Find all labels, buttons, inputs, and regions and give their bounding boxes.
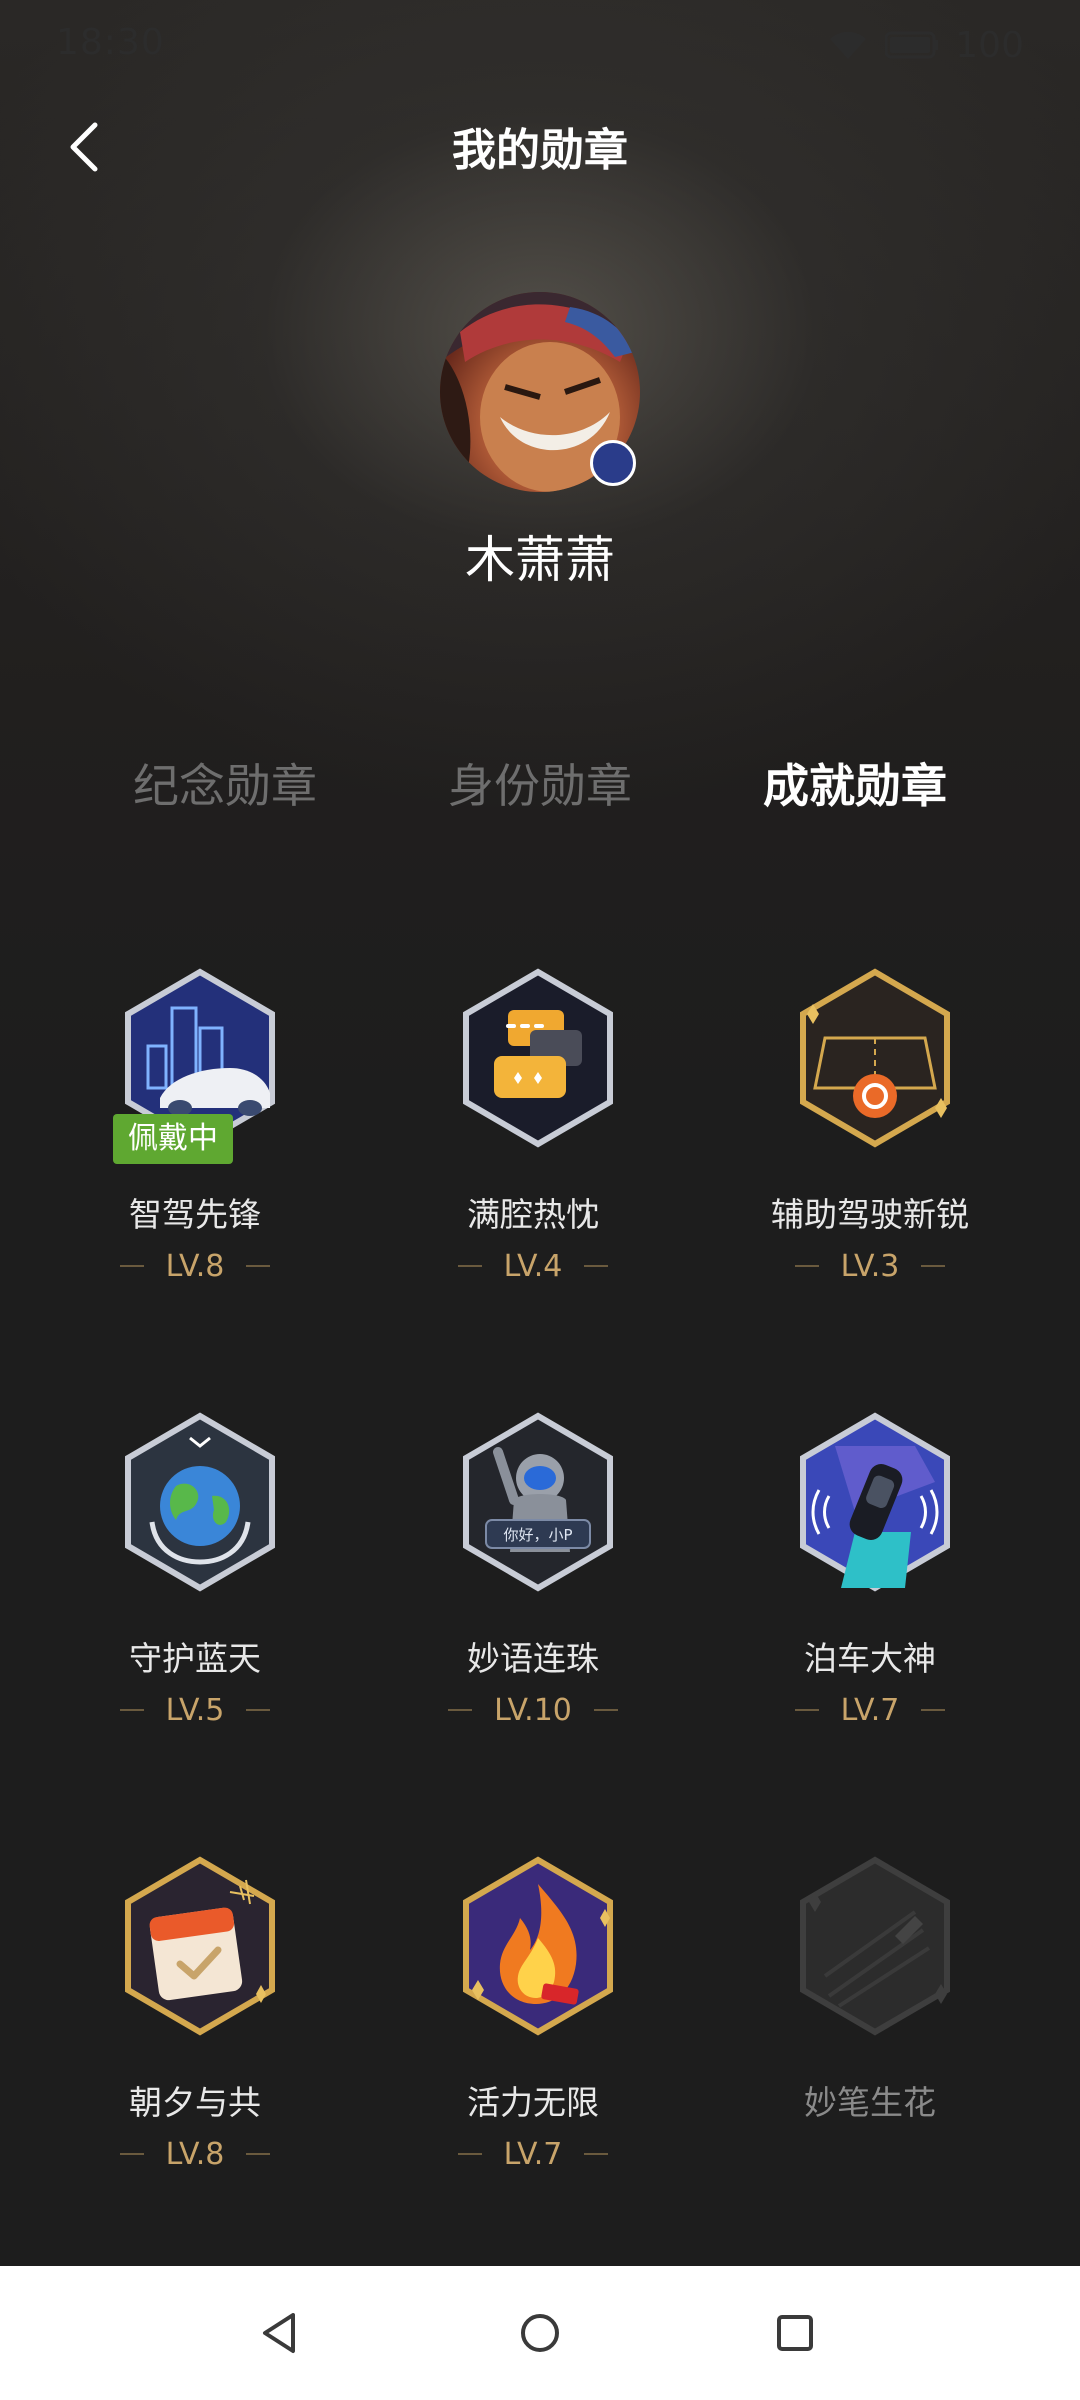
divider — [921, 1265, 946, 1267]
triangle-back-icon — [263, 2313, 295, 2353]
badge-tabs: 纪念勋章 身份勋章 成就勋章 — [0, 750, 1080, 820]
divider — [119, 1265, 144, 1267]
pen-locked-icon — [800, 1856, 950, 2036]
calendar-check-icon — [125, 1856, 275, 2036]
tab-identity[interactable]: 身份勋章 — [410, 750, 670, 816]
divider — [119, 2153, 144, 2155]
app-root: 18:30 100 我的勋章 木萧萧 纪念勋章 身份勋章 成就勋章 佩戴中 智驾… — [0, 0, 1080, 2400]
badge-name: 朝夕与共 — [129, 2083, 261, 2122]
header: 我的勋章 — [0, 100, 1080, 190]
divider — [457, 2153, 482, 2155]
badge-name: 活力无限 — [467, 2083, 599, 2122]
circle-home-icon — [521, 2314, 559, 2352]
status-right: 100 — [827, 22, 1024, 68]
badge-name: 守护蓝天 — [129, 1639, 261, 1678]
badge-level: LV.7 — [720, 1690, 1020, 1730]
divider — [593, 1709, 618, 1711]
badge-level-text: LV.8 — [165, 2136, 225, 2172]
astronaut-icon: 你好，小P — [463, 1412, 613, 1592]
divider — [794, 1709, 819, 1711]
parking-car-icon — [800, 1412, 950, 1592]
badge-level: LV.8 — [45, 2134, 345, 2174]
badge-item[interactable]: 守护蓝天 LV.5 — [45, 1412, 345, 1742]
wifi-icon — [830, 31, 867, 59]
badge-level-text: LV.7 — [503, 2136, 563, 2172]
battery-level: 100 — [955, 24, 1024, 66]
badge-name: 妙笔生花 — [804, 2083, 936, 2122]
badge-name: 智驾先锋 — [129, 1195, 261, 1234]
battery-icon — [885, 31, 939, 59]
nav-recents-button[interactable] — [760, 2298, 830, 2368]
avatar-verified-badge — [590, 440, 636, 486]
badge-name: 满腔热忱 — [467, 1195, 599, 1234]
divider — [246, 1265, 271, 1267]
nav-back-button[interactable] — [244, 2298, 314, 2368]
status-time: 18:30 — [56, 22, 165, 63]
road-steering-icon — [800, 968, 950, 1148]
badge-item[interactable]: 泊车大神 LV.7 — [720, 1412, 1020, 1742]
divider — [584, 2153, 609, 2155]
username: 木萧萧 — [465, 531, 615, 589]
badge-level: LV.10 — [383, 1690, 683, 1730]
divider — [457, 1265, 482, 1267]
divider — [584, 1265, 609, 1267]
badge-level-text: LV.10 — [494, 1692, 572, 1728]
badge-level-text: LV.8 — [165, 1248, 225, 1284]
page-title: 我的勋章 — [452, 125, 628, 176]
badge-level-text: LV.7 — [840, 1692, 900, 1728]
nav-home-button[interactable] — [505, 2298, 575, 2368]
badge-item[interactable]: 活力无限 LV.7 — [383, 1856, 683, 2186]
badge-item-locked[interactable]: 妙笔生花 — [720, 1856, 1020, 2186]
badge-name: 妙语连珠 — [467, 1639, 599, 1678]
earth-hands-icon — [125, 1412, 275, 1592]
divider — [448, 1709, 473, 1711]
badge-level-text: LV.4 — [503, 1248, 563, 1284]
badge-item[interactable]: 满腔热忱 LV.4 — [383, 968, 683, 1298]
badge-item[interactable]: 辅助驾驶新锐 LV.3 — [720, 968, 1020, 1298]
badge-level: LV.8 — [45, 1246, 345, 1286]
badge-level: LV.4 — [383, 1246, 683, 1286]
divider — [921, 1709, 946, 1711]
badge-level-text: LV.3 — [840, 1248, 900, 1284]
wearing-tag: 佩戴中 — [113, 1114, 233, 1164]
badge-level-text: LV.5 — [165, 1692, 225, 1728]
divider — [119, 1709, 144, 1711]
badge-name: 泊车大神 — [804, 1639, 936, 1678]
flame-icon — [463, 1856, 613, 2036]
badge-level: LV.7 — [383, 2134, 683, 2174]
badge-name: 辅助驾驶新锐 — [771, 1195, 969, 1234]
badge-item[interactable]: 佩戴中 智驾先锋 LV.8 — [45, 968, 345, 1298]
tab-achievement[interactable]: 成就勋章 — [725, 750, 985, 816]
badge-item[interactable]: 你好，小P 妙语连珠 LV.10 — [383, 1412, 683, 1742]
divider — [794, 1265, 819, 1267]
badge-level: LV.3 — [720, 1246, 1020, 1286]
divider — [246, 2153, 271, 2155]
square-recents-icon — [777, 2315, 813, 2351]
chat-bubbles-icon — [463, 968, 613, 1148]
badge-item[interactable]: 朝夕与共 LV.8 — [45, 1856, 345, 2186]
divider — [246, 1709, 271, 1711]
astronaut-greeting-text: 你好，小P — [503, 1526, 572, 1544]
system-nav-bar — [0, 2266, 1080, 2400]
tab-commemorative[interactable]: 纪念勋章 — [95, 750, 355, 816]
badge-level: LV.5 — [45, 1690, 345, 1730]
status-bar: 18:30 100 — [0, 0, 1080, 92]
